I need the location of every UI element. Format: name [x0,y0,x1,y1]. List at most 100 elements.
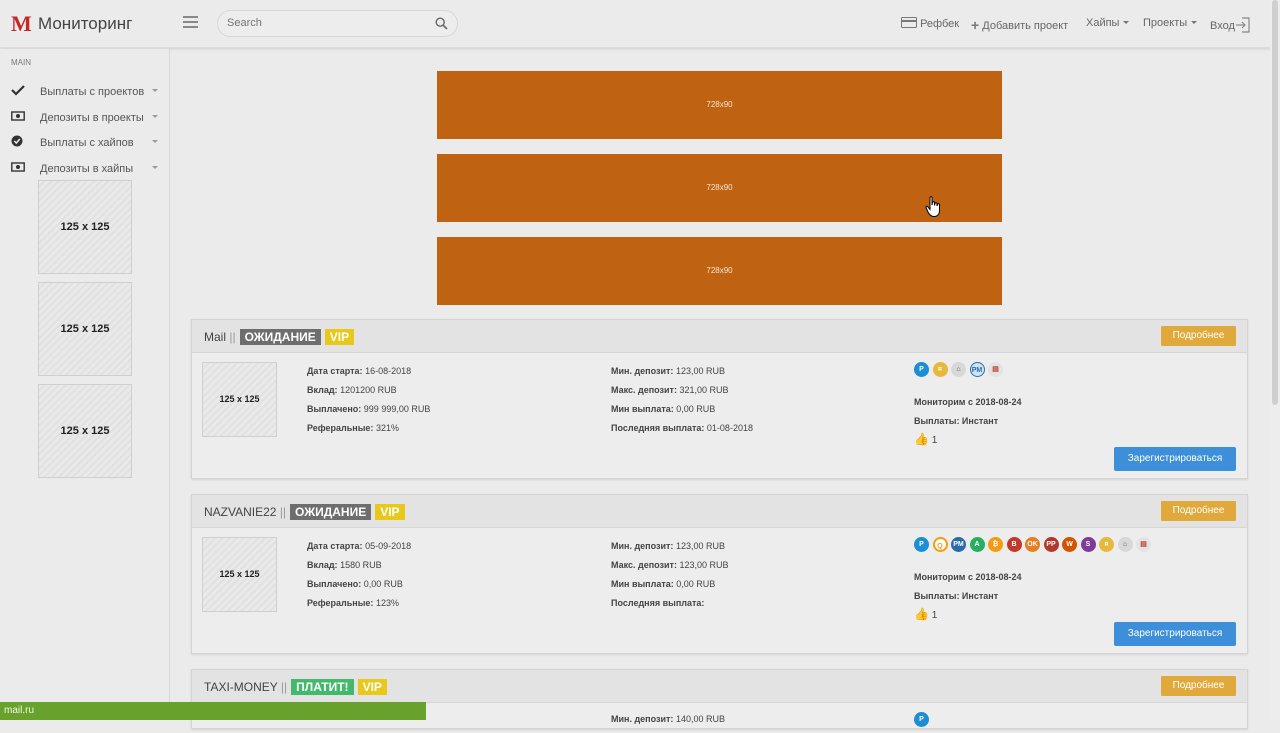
project-card: NAZVANIE22 || ОЖИДАНИЕ VIP Подробнее 125 x… [191,494,1248,654]
min-deposit-value: 123,00 RUB [675,541,725,551]
referral-label: Реферальные: [307,598,374,608]
project-stats-right: Мин. депозит: 140,00 RUB [611,714,725,733]
deposit-label: Вклад: [307,560,338,570]
min-payout-label: Мин выплата: [611,404,674,414]
nav-refback-label: Рефбек [920,18,960,30]
paid-label: Выплачено: [307,579,362,589]
sidebar-item-hyip-payouts[interactable]: Выплаты с хайпов [0,131,170,155]
project-name: NAZVANIE22 [204,505,277,519]
status-badge: ПЛАТИТ! [291,679,354,695]
details-button[interactable]: Подробнее [1161,326,1236,346]
project-card-header: Mail || ОЖИДАНИЕ VIP Подробнее [192,320,1247,353]
min-payout-label: Мин выплата: [611,579,674,589]
nav-projects[interactable]: Проекты [1143,17,1198,29]
like-count: 1 [931,435,938,446]
search-box[interactable] [217,10,458,37]
sign-in-icon [1235,17,1250,33]
project-title[interactable]: TAXI-MONEY || ПЛАТИТ! VIP [204,679,387,695]
search-icon[interactable] [435,17,448,30]
money-icon [11,162,25,172]
site-title[interactable]: Мониторинг [38,14,132,34]
status-badge: ОЖИДАНИЕ [290,504,372,520]
project-stats-right: Мин. депозит: 123,00 RUB Макс. депозит: … [611,541,729,617]
perfect-money-icon: PM [951,537,966,552]
thumbs-up-icon: 👍 [914,607,929,621]
like-button[interactable]: 👍 1 [914,607,937,621]
project-stats-left: Дата старта: 05-09-2018 Вклад: 1580 RUB … [307,541,411,617]
sidebar-section-title: MAIN [11,58,31,67]
deposit-label: Вклад: [307,385,338,395]
title-separator: || [280,680,288,694]
title-separator: || [229,330,236,344]
chevron-down-icon [1123,21,1130,24]
chevron-down-icon [152,115,158,118]
menu-icon[interactable] [183,16,198,28]
details-button[interactable]: Подробнее [1161,676,1236,696]
qiwi-icon: Q [932,537,948,552]
sidebar-ad-banner[interactable]: 125 x 125 [38,384,132,478]
hand-cursor-icon [925,196,940,218]
scrollbar-thumb[interactable] [1272,0,1278,405]
nav-login[interactable]: Вход [1210,17,1251,33]
payout-type: Выплаты: Инстант [914,591,998,601]
project-name: TAXI-MONEY [204,680,278,694]
check-icon [11,85,25,96]
min-deposit-value: 140,00 RUB [675,714,725,724]
nav-refback[interactable]: Рефбек [901,17,959,30]
title-separator: || [279,505,287,519]
nav-add-project[interactable]: + Добавить проект [971,17,1068,33]
ad-banner[interactable]: 728x90 [437,71,1002,139]
ad-banner[interactable]: 728x90 [437,154,1002,222]
sidebar-item-project-payouts[interactable]: Выплаты с проектов [0,80,170,104]
webmoney-icon: W [1062,537,1077,552]
thumbs-up-icon: 👍 [914,432,929,446]
nav-hyips[interactable]: Хайпы [1086,17,1130,29]
perfect-money-icon: PM [969,362,985,377]
last-payout-label: Последняя выплата: [611,423,705,433]
sidebar-item-hyip-deposits[interactable]: Депозиты в хайпы [0,157,170,181]
max-deposit-value: 123,00 RUB [679,560,729,570]
chevron-down-icon [152,166,158,169]
page-scrollbar[interactable] [1270,0,1280,720]
card-icon [901,17,917,28]
sidebar-ad-banner[interactable]: 125 x 125 [38,180,132,274]
nav-add-project-label: Добавить проект [982,20,1069,32]
project-thumbnail[interactable]: 125 x 125 [202,537,277,612]
project-card: Mail || ОЖИДАНИЕ VIP Подробнее 125 x 125 Д… [191,319,1248,479]
payout-type-text: Выплаты: Инстант [914,416,999,426]
nav-login-label: Вход [1210,20,1235,32]
coin-icon: ¤ [1099,537,1114,552]
payment-systems: P ¤ ⌂ PM ▤ [914,362,1007,378]
vip-badge: VIP [357,679,387,695]
search-input[interactable] [227,17,427,29]
min-deposit-label: Мин. депозит: [611,541,674,551]
monitoring-since: Мониторим с 2018-08-24 [914,397,1021,407]
sidebar-item-label: Депозиты в хайпы [40,163,134,175]
ad-banner[interactable]: 728x90 [437,237,1002,305]
payeer-icon: P [914,362,929,377]
sidebar-item-label: Выплаты с хайпов [40,137,134,149]
paid-label: Выплачено: [307,404,362,414]
sidebar-ad-banner[interactable]: 125 x 125 [38,282,132,376]
min-deposit-label: Мин. депозит: [611,366,674,376]
project-name: Mail [204,330,227,344]
logo-icon[interactable]: M [11,13,32,35]
start-date-label: Дата старта: [307,366,363,376]
payment-systems: P [914,712,933,728]
deposit-value: 1580 RUB [340,560,382,570]
register-button[interactable]: Зарегистрироваться [1114,447,1236,471]
project-thumbnail[interactable]: 125 x 125 [202,362,277,437]
monitoring-since-text: Мониторим с 2018-08-24 [914,572,1022,582]
card-icon: ▤ [1136,537,1151,552]
status-badge: ОЖИДАНИЕ [239,329,321,345]
details-button[interactable]: Подробнее [1161,501,1236,521]
payeer-icon: P [914,537,929,552]
project-title[interactable]: NAZVANIE22 || ОЖИДАНИЕ VIP [204,504,405,520]
like-button[interactable]: 👍 1 [914,432,937,446]
register-button[interactable]: Зарегистрироваться [1114,622,1236,646]
okpay-icon: OK [1025,537,1040,552]
project-title[interactable]: Mail || ОЖИДАНИЕ VIP [204,329,355,345]
project-card-header: TAXI-MONEY || ПЛАТИТ! VIP Подробнее [192,670,1247,703]
nav-projects-label: Проекты [1143,17,1188,29]
sidebar-item-project-deposits[interactable]: Депозиты в проекты [0,106,170,130]
